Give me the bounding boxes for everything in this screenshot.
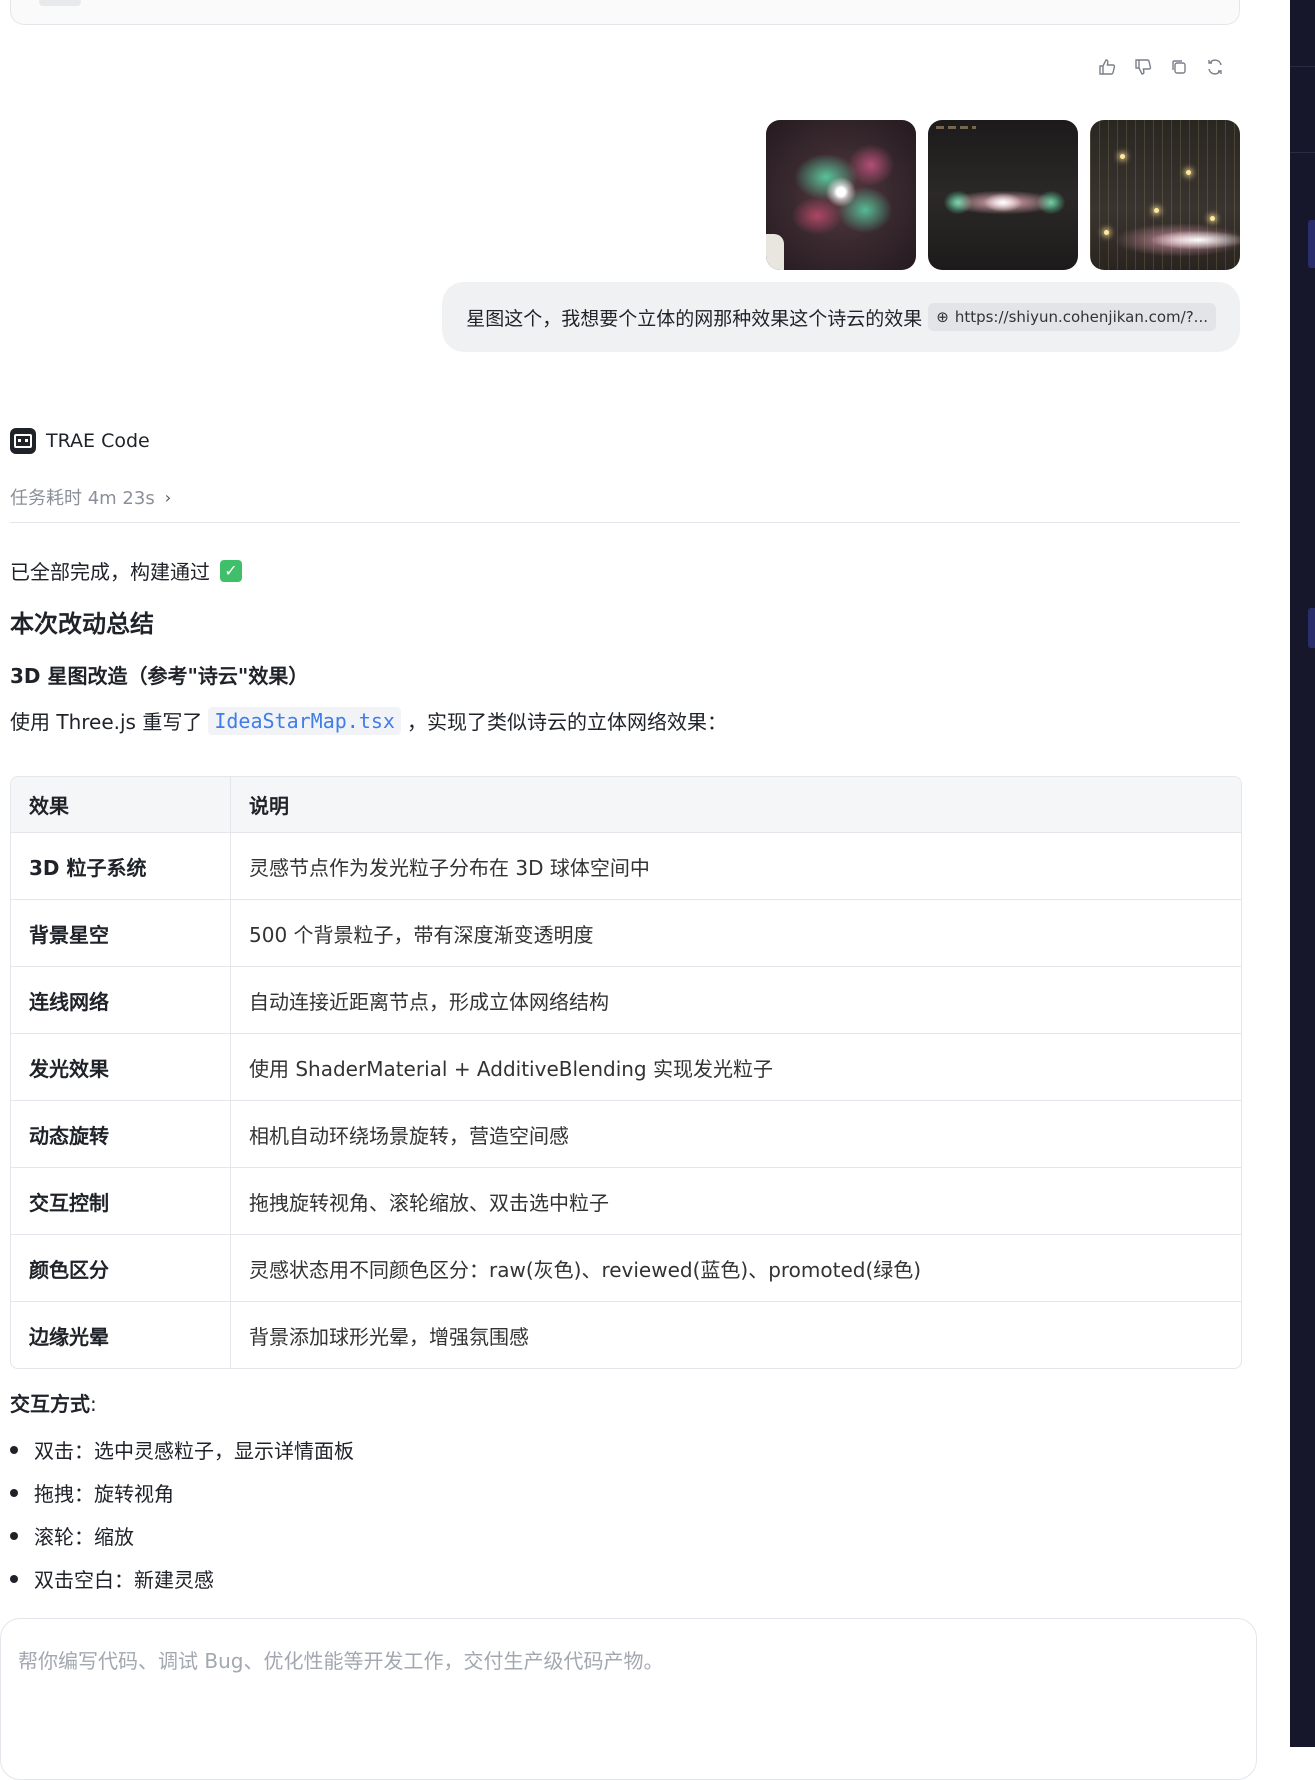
list-item-text: 双击：选中灵感粒子，显示详情面板 xyxy=(34,1439,354,1463)
attached-image-3[interactable] xyxy=(1090,120,1240,270)
chevron-right-icon[interactable]: › xyxy=(165,488,171,507)
list-item-text: 双击空白：新建灵感 xyxy=(34,1568,214,1592)
table-row: 3D 粒子系统 灵感节点作为发光粒子分布在 3D 球体空间中 xyxy=(11,832,1241,899)
check-icon: ✓ xyxy=(220,559,242,582)
list-item: 拖拽：旋转视角 xyxy=(10,1471,354,1514)
interaction-heading: 交互方式: xyxy=(10,1388,97,1417)
list-item: 滚轮：缩放 xyxy=(10,1514,354,1557)
attached-image-2[interactable] xyxy=(928,120,1078,270)
table-cell: 灵感状态用不同颜色区分：raw(灰色)、reviewed(蓝色)、promote… xyxy=(249,1257,922,1282)
agent-name: TRAE Code xyxy=(46,430,150,452)
thumbs-down-icon[interactable] xyxy=(1132,56,1154,78)
table-cell: 灵感节点作为发光粒子分布在 3D 球体空间中 xyxy=(249,855,650,880)
table-row: 连线网络 自动连接近距离节点，形成立体网络结构 xyxy=(11,966,1241,1033)
agent-header: TRAE Code xyxy=(10,428,150,454)
completion-text: 已全部完成，构建通过 xyxy=(10,560,210,584)
table-row: 颜色区分 灵感状态用不同颜色区分：raw(灰色)、reviewed(蓝色)、pro… xyxy=(11,1234,1241,1301)
list-item: 双击：选中灵感粒子，显示详情面板 xyxy=(10,1428,354,1471)
copy-icon[interactable] xyxy=(1168,56,1190,78)
completion-status: 已全部完成，构建通过 ✓ xyxy=(10,556,242,585)
table-cell: 相机自动环绕场景旋转，营造空间感 xyxy=(249,1123,569,1148)
table-cell: 颜色区分 xyxy=(11,1235,231,1301)
user-message-text: 星图这个，我想要个立体的网那种效果这个诗云的效果 xyxy=(466,307,923,330)
table-cell: 拖拽旋转视角、滚轮缩放、双击选中粒子 xyxy=(249,1190,609,1215)
intro-text: 使用 Three.js 重写了 xyxy=(10,710,203,734)
table-header-row: 效果 说明 xyxy=(11,777,1241,832)
effects-table: 效果 说明 3D 粒子系统 灵感节点作为发光粒子分布在 3D 球体空间中 背景星空… xyxy=(10,776,1242,1369)
section-heading: 3D 星图改造（参考"诗云"效果） xyxy=(10,664,309,688)
globe-icon: ⊕ xyxy=(936,308,949,326)
list-item-text: 滚轮：缩放 xyxy=(34,1525,134,1549)
attached-image-1[interactable] xyxy=(766,120,916,270)
inline-code: IdeaStarMap.tsx xyxy=(208,706,401,735)
side-panel xyxy=(1290,0,1315,1747)
timing-text: 任务耗时 4m 23s xyxy=(10,488,155,509)
attached-images xyxy=(766,120,1240,270)
list-item-text: 拖拽：旋转视角 xyxy=(34,1482,174,1506)
chat-composer[interactable]: 帮你编写代码、调试 Bug、优化性能等开发工作，交付生产级代码产物。 xyxy=(0,1618,1257,1780)
table-cell: 背景添加球形光晕，增强氛围感 xyxy=(249,1324,529,1349)
table-header: 说明 xyxy=(249,794,289,818)
table-cell: 交互控制 xyxy=(11,1168,231,1234)
table-cell: 使用 ShaderMaterial + AdditiveBlending 实现发… xyxy=(249,1056,773,1081)
link-chip[interactable]: ⊕ https://shiyun.cohenjikan.com/?... xyxy=(928,303,1216,331)
table-cell: 背景星空 xyxy=(11,900,231,966)
table-row: 边缘光晕 背景添加球形光晕，增强氛围感 xyxy=(11,1301,1241,1368)
table-cell: 动态旋转 xyxy=(11,1101,231,1167)
user-message-bubble: 星图这个，我想要个立体的网那种效果这个诗云的效果 ⊕ https://shiyu… xyxy=(442,282,1240,352)
interaction-heading-colon: : xyxy=(90,1392,97,1416)
interaction-heading-text: 交互方式 xyxy=(10,1392,90,1416)
previous-message-card xyxy=(10,0,1240,25)
feedback-toolbar xyxy=(1096,56,1226,78)
trae-logo-icon xyxy=(10,428,36,454)
list-item: 双击空白：新建灵感 xyxy=(10,1557,354,1600)
intro-paragraph: 使用 Three.js 重写了 IdeaStarMap.tsx ，实现了类似诗云… xyxy=(10,706,727,735)
table-row: 动态旋转 相机自动环绕场景旋转，营造空间感 xyxy=(11,1100,1241,1167)
table-row: 背景星空 500 个背景粒子，带有深度渐变透明度 xyxy=(11,899,1241,966)
table-cell: 500 个背景粒子，带有深度渐变透明度 xyxy=(249,922,594,947)
table-row: 交互控制 拖拽旋转视角、滚轮缩放、双击选中粒子 xyxy=(11,1167,1241,1234)
summary-heading: 本次改动总结 xyxy=(10,610,154,638)
divider xyxy=(10,522,1240,523)
composer-placeholder[interactable]: 帮你编写代码、调试 Bug、优化性能等开发工作，交付生产级代码产物。 xyxy=(18,1645,663,1674)
table-cell: 连线网络 xyxy=(11,967,231,1033)
table-cell: 3D 粒子系统 xyxy=(11,833,231,899)
refresh-icon[interactable] xyxy=(1204,56,1226,78)
thumbs-up-icon[interactable] xyxy=(1096,56,1118,78)
table-cell: 发光效果 xyxy=(11,1034,231,1100)
link-url: https://shiyun.cohenjikan.com/?... xyxy=(954,308,1208,326)
table-header: 效果 xyxy=(11,777,231,832)
table-row: 发光效果 使用 ShaderMaterial + AdditiveBlending… xyxy=(11,1033,1241,1100)
table-cell: 自动连接近距离节点，形成立体网络结构 xyxy=(249,989,609,1014)
task-timing[interactable]: 任务耗时 4m 23s › xyxy=(10,484,171,510)
interaction-list: 双击：选中灵感粒子，显示详情面板 拖拽：旋转视角 滚轮：缩放 双击空白：新建灵感 xyxy=(10,1428,354,1600)
intro-text-end: ，实现了类似诗云的立体网络效果： xyxy=(406,710,727,734)
table-cell: 边缘光晕 xyxy=(11,1302,231,1368)
